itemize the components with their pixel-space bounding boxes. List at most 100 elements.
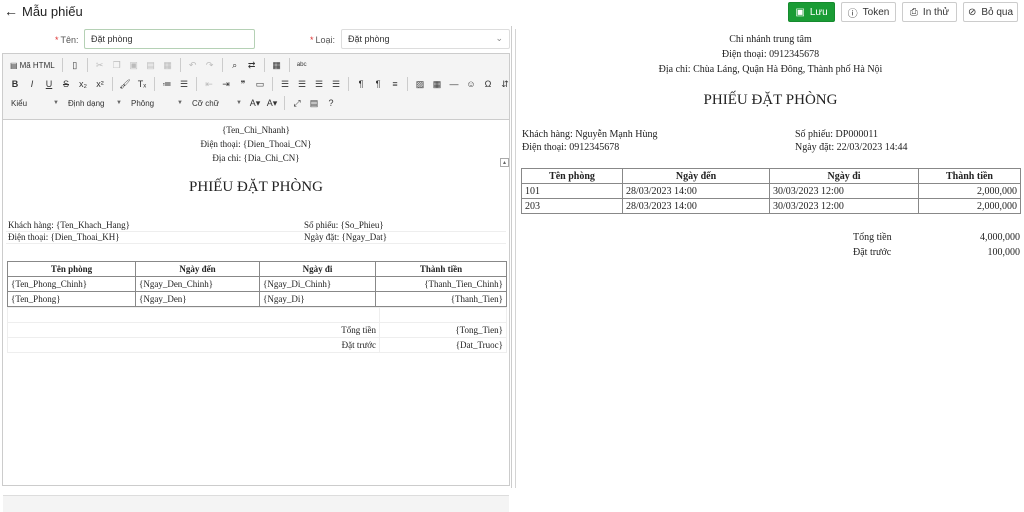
order-date: Ngày đặt: 22/03/2023 14:44 [795,142,908,153]
align-left-icon[interactable]: ☰ [277,76,293,92]
undo-icon[interactable]: ↶ [185,57,201,73]
numbered-list-icon[interactable]: ≔ [159,76,175,92]
show-blocks-icon[interactable]: ▤ [306,95,322,111]
font-combo[interactable]: Phông ▼ [127,95,187,111]
editor-panel: * Tên: Đặt phòng * Loại: Đặt phòng ⌄ ▤ Mã H… [0,26,512,512]
horizontal-line-icon[interactable]: ― [446,76,462,92]
language-icon[interactable]: ≡ [387,76,403,92]
preview-panel: Chi nhánh trung tâm Điện thoại: 09123456… [515,29,1024,488]
table-row: 101 28/03/2023 14:00 30/03/2023 12:00 2,… [521,183,1021,199]
new-page-icon[interactable]: ▯ [67,57,83,73]
print-preview: Chi nhánh trung tâm Điện thoại: 09123456… [516,29,1024,488]
document-title: PHIẾU ĐẶT PHÒNG [703,92,838,108]
chevron-down-icon: ▼ [53,100,59,106]
bg-color-icon[interactable]: A▾ [264,95,280,111]
name-field-label: * Tên: [55,35,79,45]
cancel-icon: ⊘ [967,6,977,18]
branch-phone: Điện thoại: 0912345678 [721,49,820,60]
style-combo[interactable]: Kiểu ▼ [7,95,63,111]
customer-info-table: Khách hàng: {Ten_Khach_Hang} Số phiếu: {… [6,219,506,244]
indent-icon[interactable]: ⇥ [218,76,234,92]
paste-text-icon[interactable]: ▤ [143,57,159,73]
format-combo[interactable]: Định dạng ▼ [64,95,126,111]
totals-table: Tổng tiền {Tong_Tien} Đặt trước {Dat_Tru… [7,307,507,353]
align-right-icon[interactable]: ☰ [311,76,327,92]
copy-icon[interactable]: ❐ [109,57,125,73]
table-row: 203 28/03/2023 14:00 30/03/2023 12:00 2,… [521,198,1021,214]
editor-toolbar: ▤ Mã HTML ▯ ✂ ❐ ▣ ▤ ▦ ↶ ↷ ⌕ ⇄ ▦ ᵃᵇᶜ B I … [3,54,509,120]
copy-format-icon[interactable]: 🖌 [117,76,133,92]
blockquote-icon[interactable]: ❞ [235,76,251,92]
outdent-icon[interactable]: ⇤ [201,76,217,92]
deposit-value: 100,000 [987,247,1021,258]
image-icon[interactable]: ▨ [412,76,428,92]
ltr-icon[interactable]: ¶ [353,76,369,92]
total-value: 4,000,000 [980,232,1020,243]
emoji-icon[interactable]: ☺ [463,76,479,92]
rtl-icon[interactable]: ¶ [370,76,386,92]
customer-phone: Điện thoại: 0912345678 [522,142,620,153]
save-button[interactable]: ▣ Lưu [788,2,835,22]
branch-address: Địa chỉ: Chùa Láng, Quận Hà Đông, Thành … [658,64,883,75]
arrow-left-icon: ← [4,3,18,19]
special-char-icon[interactable]: Ω [480,76,496,92]
align-justify-icon[interactable]: ☰ [328,76,344,92]
about-icon[interactable]: ? [323,95,339,111]
div-container-icon[interactable]: ▭ [252,76,268,92]
source-icon: ▤ [10,60,18,70]
chevron-down-icon: ▼ [177,100,183,106]
items-table: Tên phòng Ngày đến Ngày đi Thành tiền {T… [7,261,507,307]
total-label: Tổng tiền [853,232,892,243]
table-icon[interactable]: ▦ [429,76,445,92]
italic-icon[interactable]: I [24,76,40,92]
customer-name: Khách hàng: Nguyễn Mạnh Hùng [522,129,658,140]
receipt-number: Số phiếu: DP000011 [795,129,878,140]
spellcheck-icon[interactable]: ᵃᵇᶜ [294,57,310,73]
paste-icon[interactable]: ▣ [126,57,142,73]
print-test-button[interactable]: ⎙ In thử [902,2,957,22]
maximize-icon[interactable]: ⤢ [289,95,305,111]
table-row: {Ten_Phong_Chinh} {Ngay_Den_Chinh} {Ngay… [7,276,507,292]
branch-name: {Ten_Chi_Nhanh} [221,125,290,135]
table-row: {Ten_Phong} {Ngay_Den} {Ngay_Di} {Thanh_… [7,291,507,307]
find-icon[interactable]: ⌕ [227,57,243,73]
redo-icon[interactable]: ↷ [202,57,218,73]
source-html-button[interactable]: ▤ Mã HTML [7,57,58,73]
save-icon: ▣ [795,6,805,18]
branch-phone: Điện thoại: {Dien_Thoai_CN} [200,139,312,149]
items-table: Tên phòng Ngày đến Ngày đi Thành tiền 10… [521,168,1021,214]
select-all-icon[interactable]: ▦ [269,57,285,73]
strike-icon[interactable]: S [58,76,74,92]
align-center-icon[interactable]: ☰ [294,76,310,92]
bullet-list-icon[interactable]: ☰ [176,76,192,92]
paste-word-icon[interactable]: ▦ [160,57,176,73]
chevron-down-icon: ▼ [116,100,122,106]
cut-icon[interactable]: ✂ [92,57,108,73]
editor-status-bar [3,495,509,512]
editor-content[interactable]: {Ten_Chi_Nhanh} Điện thoại: {Dien_Thoai_… [3,121,509,485]
replace-icon[interactable]: ⇄ [244,57,260,73]
info-icon: ⓘ [847,8,858,20]
type-select[interactable]: Đặt phòng ⌄ [341,29,510,49]
back-button[interactable]: ← Mẫu phiếu [4,3,83,19]
page-break-icon[interactable]: ⇵ [497,76,513,92]
subscript-icon[interactable]: x₂ [75,76,91,92]
deposit-label: Đặt trước [853,247,892,258]
branch-name: Chi nhánh trung tâm [729,34,812,45]
skip-button[interactable]: ⊘ Bỏ qua [963,2,1018,22]
page-title: Mẫu phiếu [22,3,83,19]
font-size-combo[interactable]: Cỡ chữ ▼ [188,95,246,111]
document-title: PHIẾU ĐẶT PHÒNG [189,179,323,195]
chevron-down-icon: ⌄ [495,33,503,43]
branch-address: Địa chỉ: {Dia_Chi_CN} [212,153,300,163]
top-bar: ← Mẫu phiếu ▣ Lưu ⓘ Token ⎙ In thử ⊘ Bỏ … [0,0,1024,26]
print-icon: ⎙ [909,6,918,18]
text-color-icon[interactable]: A▾ [247,95,263,111]
remove-format-icon[interactable]: Tₓ [134,76,150,92]
token-button[interactable]: ⓘ Token [841,2,896,22]
superscript-icon[interactable]: x² [92,76,108,92]
name-input[interactable]: Đặt phòng [84,29,255,49]
bold-icon[interactable]: B [7,76,23,92]
type-field-label: * Loại: [310,35,336,45]
underline-icon[interactable]: U [41,76,57,92]
